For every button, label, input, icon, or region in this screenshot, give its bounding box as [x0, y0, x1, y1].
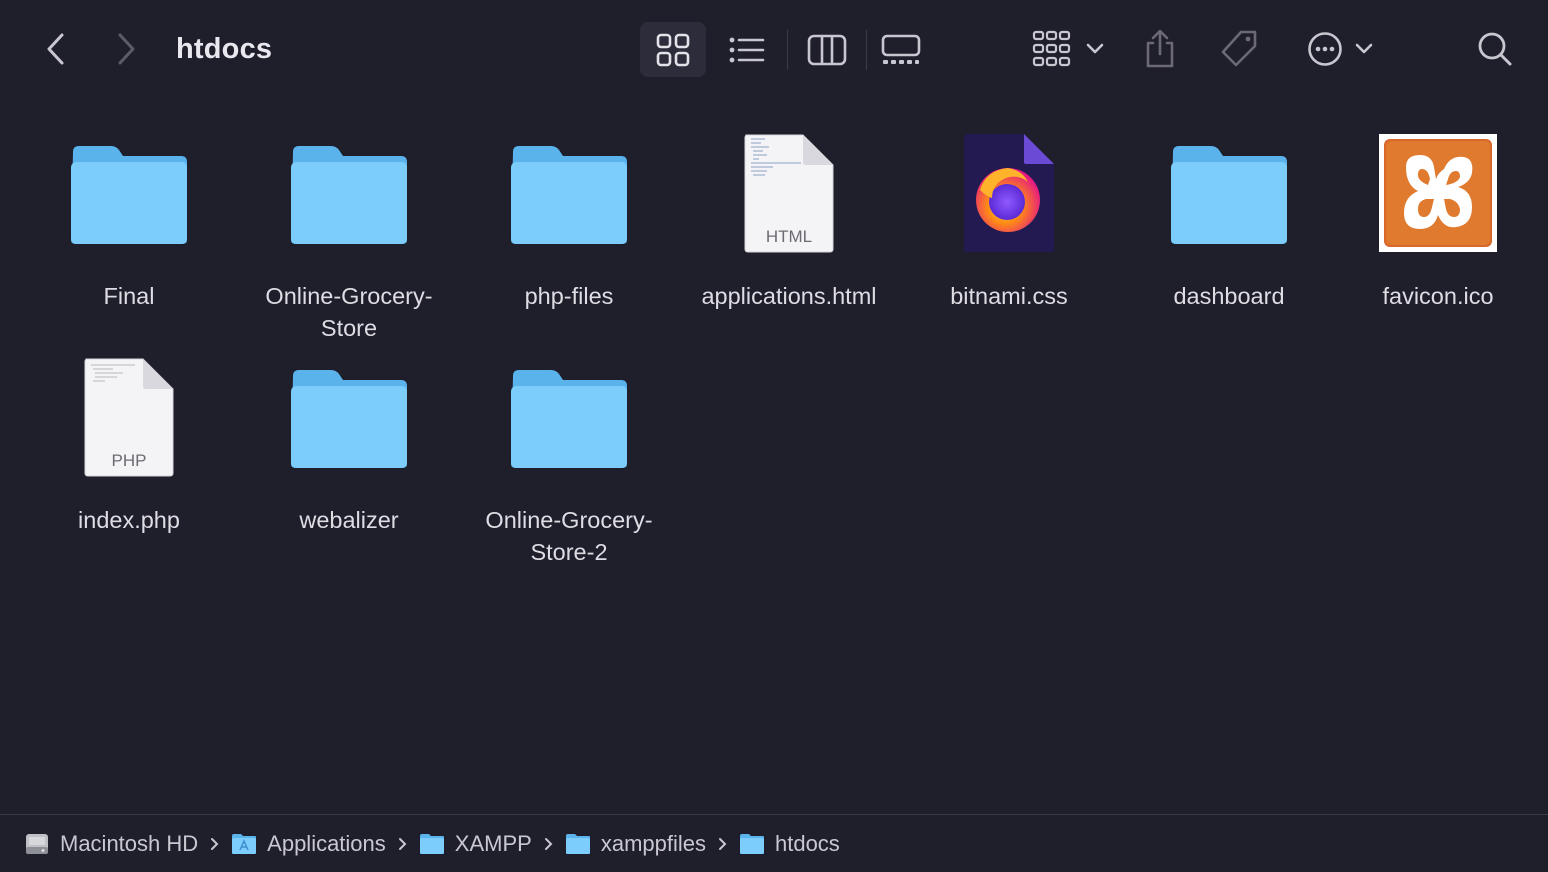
path-item-xampp[interactable]: XAMPP — [419, 831, 532, 857]
column-view-icon — [807, 34, 847, 65]
folder-icon — [291, 370, 407, 468]
more-actions-icon — [1308, 32, 1342, 66]
list-view-icon — [729, 37, 765, 62]
folder-icon — [419, 833, 444, 854]
path-item-label: htdocs — [774, 830, 840, 856]
folder-icon — [511, 370, 627, 468]
file-name: webalizer — [299, 507, 399, 533]
more-actions-button[interactable] — [1302, 26, 1378, 72]
tag-button[interactable] — [1218, 26, 1260, 72]
path-item-applications[interactable]: Applications — [231, 831, 386, 857]
chevron-down-icon — [1086, 43, 1104, 54]
toolbar-divider — [787, 30, 788, 70]
path-item-label: Applications — [267, 830, 386, 856]
share-button[interactable] — [1140, 26, 1180, 72]
file-name-line: Online-Grocery- — [485, 507, 653, 533]
folder-icon — [739, 833, 764, 854]
php-document-icon: PHP — [84, 358, 174, 477]
folder-item[interactable]: Online-Grocery- Store-2 — [459, 354, 679, 565]
svg-text:PHP: PHP — [112, 451, 147, 470]
path-item-label: xamppfiles — [600, 830, 706, 856]
folder-item[interactable]: webalizer — [239, 354, 459, 564]
folder-item[interactable]: php-files — [459, 130, 679, 340]
file-item[interactable]: bitnami.css — [899, 130, 1119, 340]
group-by-button[interactable] — [1028, 26, 1108, 72]
file-name: index.php — [78, 507, 180, 533]
list-view-button[interactable] — [714, 22, 780, 77]
share-icon — [1146, 29, 1174, 68]
icon-view-button[interactable] — [640, 22, 706, 77]
gallery-view-button[interactable] — [868, 22, 934, 77]
file-name: php-files — [524, 283, 614, 309]
file-item[interactable]: favicon.ico — [1328, 130, 1548, 340]
toolbar: htdocs — [0, 0, 1548, 100]
group-by-icon — [1032, 30, 1071, 67]
search-icon — [1478, 32, 1512, 66]
icon-view-icon — [656, 33, 690, 66]
toolbar-divider — [866, 30, 867, 70]
chevron-right-icon — [718, 837, 727, 851]
folder-icon — [291, 146, 407, 244]
file-name: Online-Grocery- Store — [239, 280, 459, 344]
chevron-right-icon — [118, 33, 135, 65]
path-item-label: Macintosh HD — [60, 830, 199, 856]
chevron-left-icon — [47, 33, 64, 65]
folder-item[interactable]: Online-Grocery- Store — [239, 130, 459, 341]
folder-icon — [565, 833, 590, 854]
search-button[interactable] — [1474, 28, 1516, 70]
file-name: applications.html — [701, 283, 877, 309]
path-item-xamppfiles[interactable]: xamppfiles — [565, 831, 706, 857]
file-item[interactable]: PHP index.php — [19, 354, 239, 564]
hard-drive-icon — [26, 833, 48, 854]
tag-icon — [1221, 30, 1257, 67]
file-name-line: Online-Grocery- — [265, 283, 433, 309]
applications-folder-icon — [232, 833, 257, 854]
file-name: Final — [103, 283, 155, 309]
folder-icon — [1171, 146, 1287, 244]
firefox-document-icon — [964, 134, 1054, 252]
back-button[interactable] — [38, 30, 74, 68]
file-name-line: Store-2 — [530, 539, 608, 565]
path-item-htdocs[interactable]: htdocs — [739, 831, 840, 857]
xampp-logo-icon — [1379, 134, 1497, 252]
path-bar: Macintosh HD Applications XAMPP xamppfil… — [0, 814, 1548, 872]
path-item-label: XAMPP — [454, 830, 532, 856]
svg-text:HTML: HTML — [766, 227, 812, 246]
file-name: Online-Grocery- Store-2 — [459, 504, 679, 568]
folder-item[interactable]: Final — [19, 130, 239, 340]
folder-item[interactable]: dashboard — [1119, 130, 1339, 340]
chevron-right-icon — [544, 837, 553, 851]
view-switcher — [640, 22, 930, 77]
file-name: bitnami.css — [950, 283, 1068, 309]
gallery-view-icon — [881, 34, 921, 64]
file-item[interactable]: HTML applications.html — [679, 130, 899, 340]
window-title: htdocs — [176, 33, 273, 65]
column-view-button[interactable] — [794, 22, 860, 77]
chevron-right-icon — [398, 837, 407, 851]
path-item-macintosh-hd[interactable]: Macintosh HD — [24, 831, 198, 857]
chevron-down-icon — [1355, 43, 1373, 54]
file-name: favicon.ico — [1382, 283, 1494, 309]
file-name: dashboard — [1173, 283, 1285, 309]
file-name-line: Store — [320, 315, 378, 341]
finder-window: htdocs Final Online-Grocery- Store php-f… — [0, 0, 1548, 872]
folder-icon — [511, 146, 627, 244]
chevron-right-icon — [210, 837, 219, 851]
forward-button[interactable] — [108, 30, 144, 68]
folder-icon — [71, 146, 187, 244]
html-document-icon: HTML — [744, 134, 834, 253]
